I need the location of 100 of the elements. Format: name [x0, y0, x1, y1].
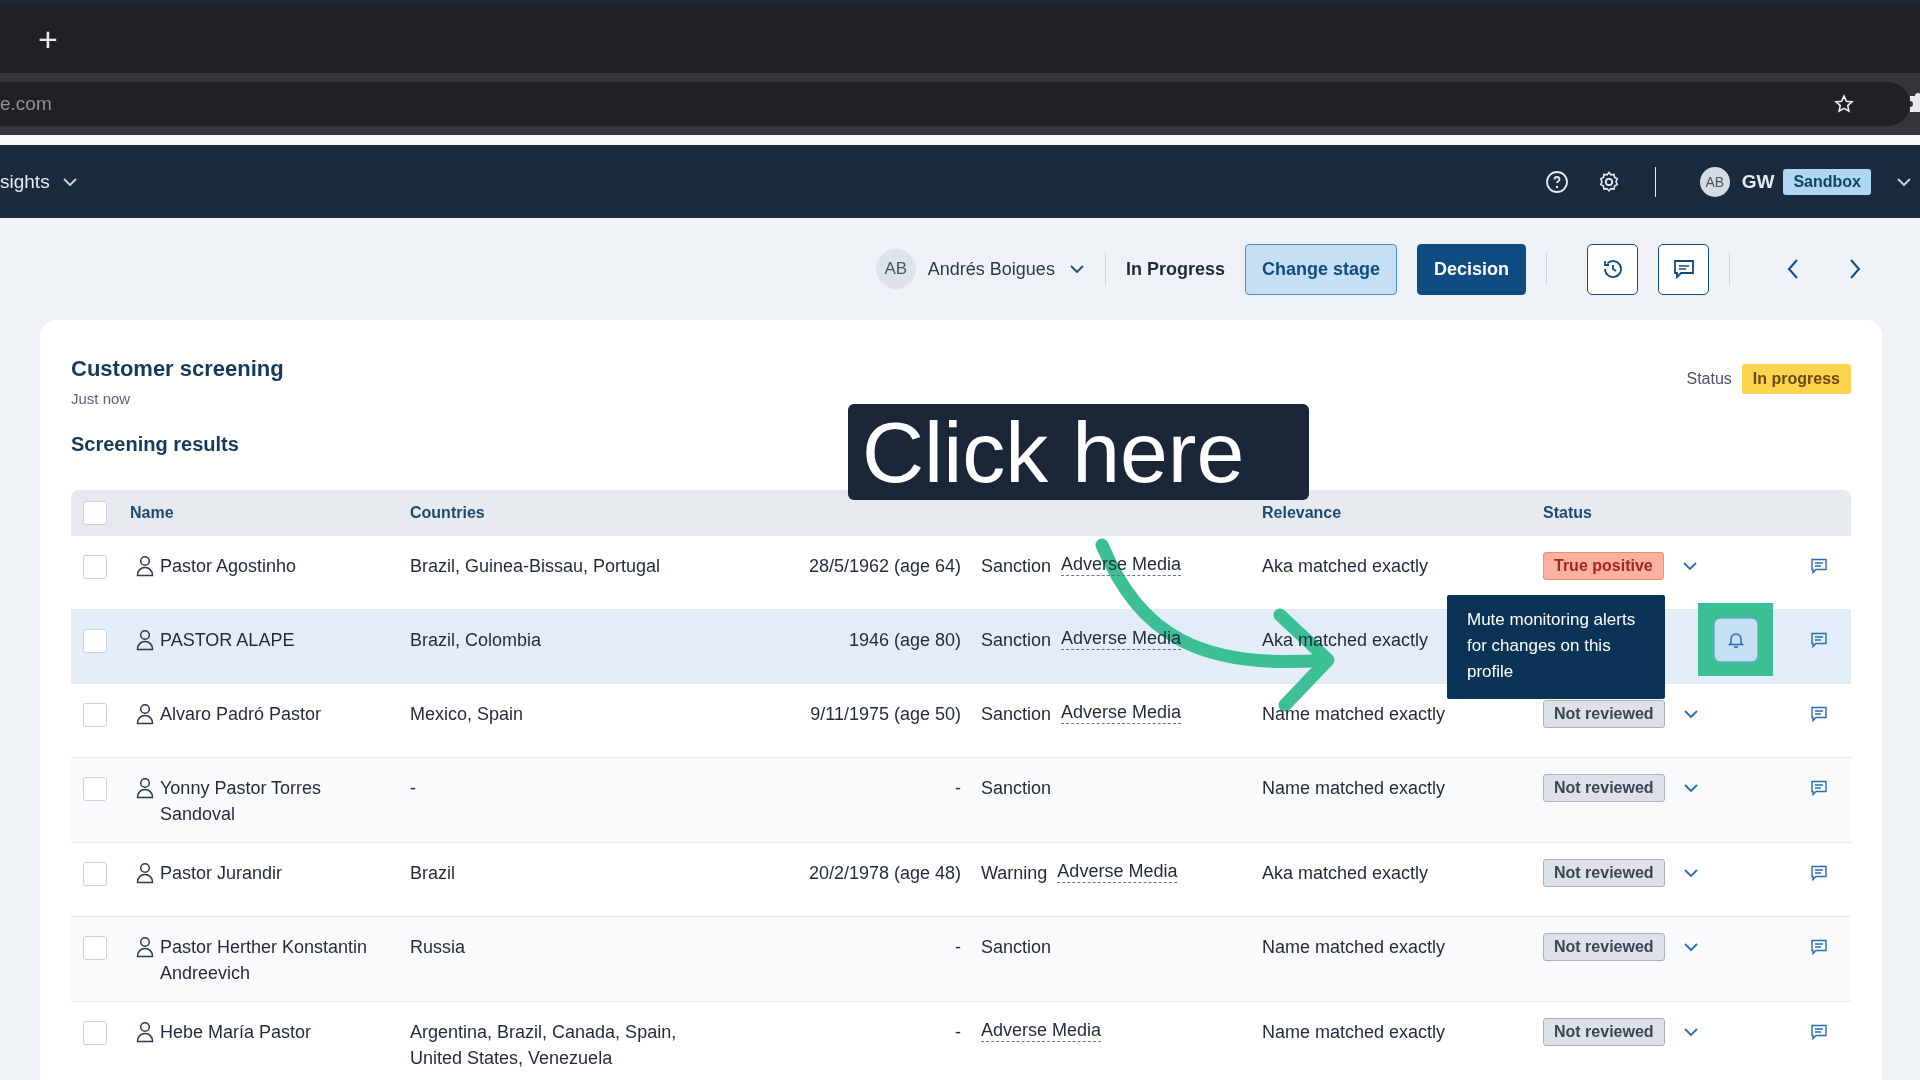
chevron-down-icon[interactable]	[1682, 709, 1699, 719]
chevron-down-icon[interactable]	[1068, 264, 1085, 274]
bell-icon[interactable]	[1726, 630, 1745, 649]
person-icon	[136, 555, 154, 577]
section-title: Screening results	[71, 433, 240, 456]
name-text: Pastor Herther Konstantin Andreevich	[160, 936, 369, 985]
risk-link[interactable]: Adverse Media	[1057, 860, 1178, 883]
person-icon	[136, 862, 154, 884]
row-checkbox[interactable]	[83, 862, 107, 887]
risk-category: Sanction	[981, 936, 1052, 959]
name-text: PASTOR ALAPE	[160, 629, 295, 652]
status-dropdown[interactable]: Not reviewed	[1543, 774, 1665, 802]
table-cell: 20/2/1978 (age 48)	[808, 863, 961, 883]
row-checkbox[interactable]	[83, 1021, 107, 1046]
person-icon	[136, 629, 154, 651]
comment-button[interactable]	[1658, 243, 1709, 295]
table-cell: Name matched exactly	[1262, 937, 1446, 957]
history-button[interactable]	[1587, 243, 1638, 295]
column-header: Relevance	[1262, 504, 1342, 521]
chevron-down-icon[interactable]	[1682, 1027, 1699, 1037]
status-badge: In progress	[1741, 364, 1851, 394]
environment-badge: Sandbox	[1783, 168, 1871, 195]
table-cell: Aka matched exactly	[1262, 556, 1429, 576]
status-dropdown[interactable]: Not reviewed	[1543, 700, 1665, 728]
stage-label: In Progress	[1125, 258, 1225, 280]
table-cell: Argentina, Brazil, Canada, Spain, United States, Venezuela	[410, 1022, 677, 1068]
risk-link[interactable]: Adverse Media	[981, 1019, 1102, 1042]
row-checkbox[interactable]	[83, 629, 107, 654]
table-cell: Brazil	[410, 863, 455, 883]
table-cell: -	[955, 778, 961, 798]
person-icon	[136, 936, 154, 958]
risk-category: Sanction	[981, 555, 1052, 578]
risk-category: Sanction	[981, 629, 1052, 652]
status-dropdown[interactable]: Not reviewed	[1543, 1018, 1665, 1046]
table-cell: Aka matched exactly	[1262, 863, 1429, 883]
table-cell: Russia	[410, 937, 466, 957]
table-cell: 9/11/1975 (age 50)	[810, 704, 961, 724]
comment-icon[interactable]	[1810, 705, 1828, 723]
table-cell: -	[955, 1022, 961, 1042]
chevron-down-icon[interactable]	[1682, 868, 1699, 878]
table-cell: 28/5/1962 (age 64)	[808, 556, 961, 576]
comment-icon[interactable]	[1810, 779, 1828, 797]
chevron-down-icon[interactable]	[1682, 942, 1699, 952]
status-dropdown[interactable]: True positive	[1543, 552, 1664, 580]
table-cell: Name matched exactly	[1262, 778, 1446, 798]
decision-button[interactable]: Decision	[1416, 243, 1526, 295]
row-checkbox[interactable]	[83, 936, 107, 961]
column-header: Status	[1543, 504, 1592, 521]
column-header: Name	[130, 504, 174, 521]
table-cell: Brazil, Colombia	[410, 630, 542, 650]
chevron-down-icon[interactable]	[1682, 783, 1699, 793]
avatar[interactable]: AB	[1699, 166, 1730, 197]
help-icon[interactable]	[1544, 169, 1569, 194]
chevron-right-icon[interactable]	[1848, 258, 1862, 280]
table-cell: 1946 (age 80)	[848, 630, 961, 650]
row-checkbox[interactable]	[83, 703, 107, 728]
comment-icon[interactable]	[1810, 557, 1828, 575]
chevron-left-icon[interactable]	[1786, 258, 1800, 280]
row-checkbox[interactable]	[83, 555, 107, 580]
comment-icon[interactable]	[1810, 631, 1828, 649]
person-icon	[136, 703, 154, 725]
risk-category: Sanction	[981, 777, 1052, 800]
name-text: Pastor Jurandir	[160, 862, 283, 885]
timestamp: Just now	[71, 390, 132, 407]
person-icon	[136, 777, 154, 799]
chevron-down-icon[interactable]	[1681, 561, 1698, 571]
name-text: Yonny Pastor Torres Sandoval	[160, 777, 323, 826]
new-tab-button[interactable]: +	[38, 19, 58, 59]
select-all-checkbox[interactable]	[83, 501, 107, 525]
table-cell: Mexico, Spain	[410, 704, 524, 724]
comment-icon[interactable]	[1810, 864, 1828, 882]
table-cell: -	[955, 937, 961, 957]
risk-category: Sanction	[981, 703, 1052, 726]
comment-icon[interactable]	[1810, 1023, 1828, 1041]
table-cell: -	[410, 778, 416, 798]
table-cell: Name matched exactly	[1262, 704, 1446, 724]
status-label: Status	[1686, 370, 1732, 388]
card-title: Customer screening	[71, 356, 284, 382]
comment-icon[interactable]	[1810, 938, 1828, 956]
row-checkbox[interactable]	[83, 777, 107, 802]
assignee-dropdown[interactable]: Andrés Boigues	[927, 258, 1055, 280]
comment-icon[interactable]	[1671, 257, 1696, 281]
change-stage-button[interactable]: Change stage	[1244, 243, 1397, 295]
name-text: Pastor Agostinho	[160, 555, 297, 578]
status-dropdown[interactable]: Not reviewed	[1543, 933, 1665, 961]
table-cell: Name matched exactly	[1262, 1022, 1446, 1042]
table-cell: Brazil, Guinea-Bissau, Portugal	[410, 556, 661, 576]
nav-menu[interactable]: sights	[0, 170, 50, 193]
person-icon	[136, 1021, 154, 1043]
risk-category: Warning	[981, 862, 1048, 885]
user-name: GW	[1741, 170, 1775, 193]
tooltip: Mute monitoring alerts for changes on this profile	[1447, 595, 1665, 699]
address-bar[interactable]: e.com	[0, 82, 1910, 126]
avatar: AB	[875, 249, 916, 289]
name-text: Hebe María Pastor	[160, 1021, 312, 1044]
callout-label: Click here	[848, 404, 1309, 500]
status-dropdown[interactable]: Not reviewed	[1543, 859, 1665, 887]
risk-link[interactable]: Adverse Media	[1061, 701, 1182, 724]
column-header: Countries	[410, 504, 485, 521]
star-icon[interactable]	[1834, 94, 1854, 114]
